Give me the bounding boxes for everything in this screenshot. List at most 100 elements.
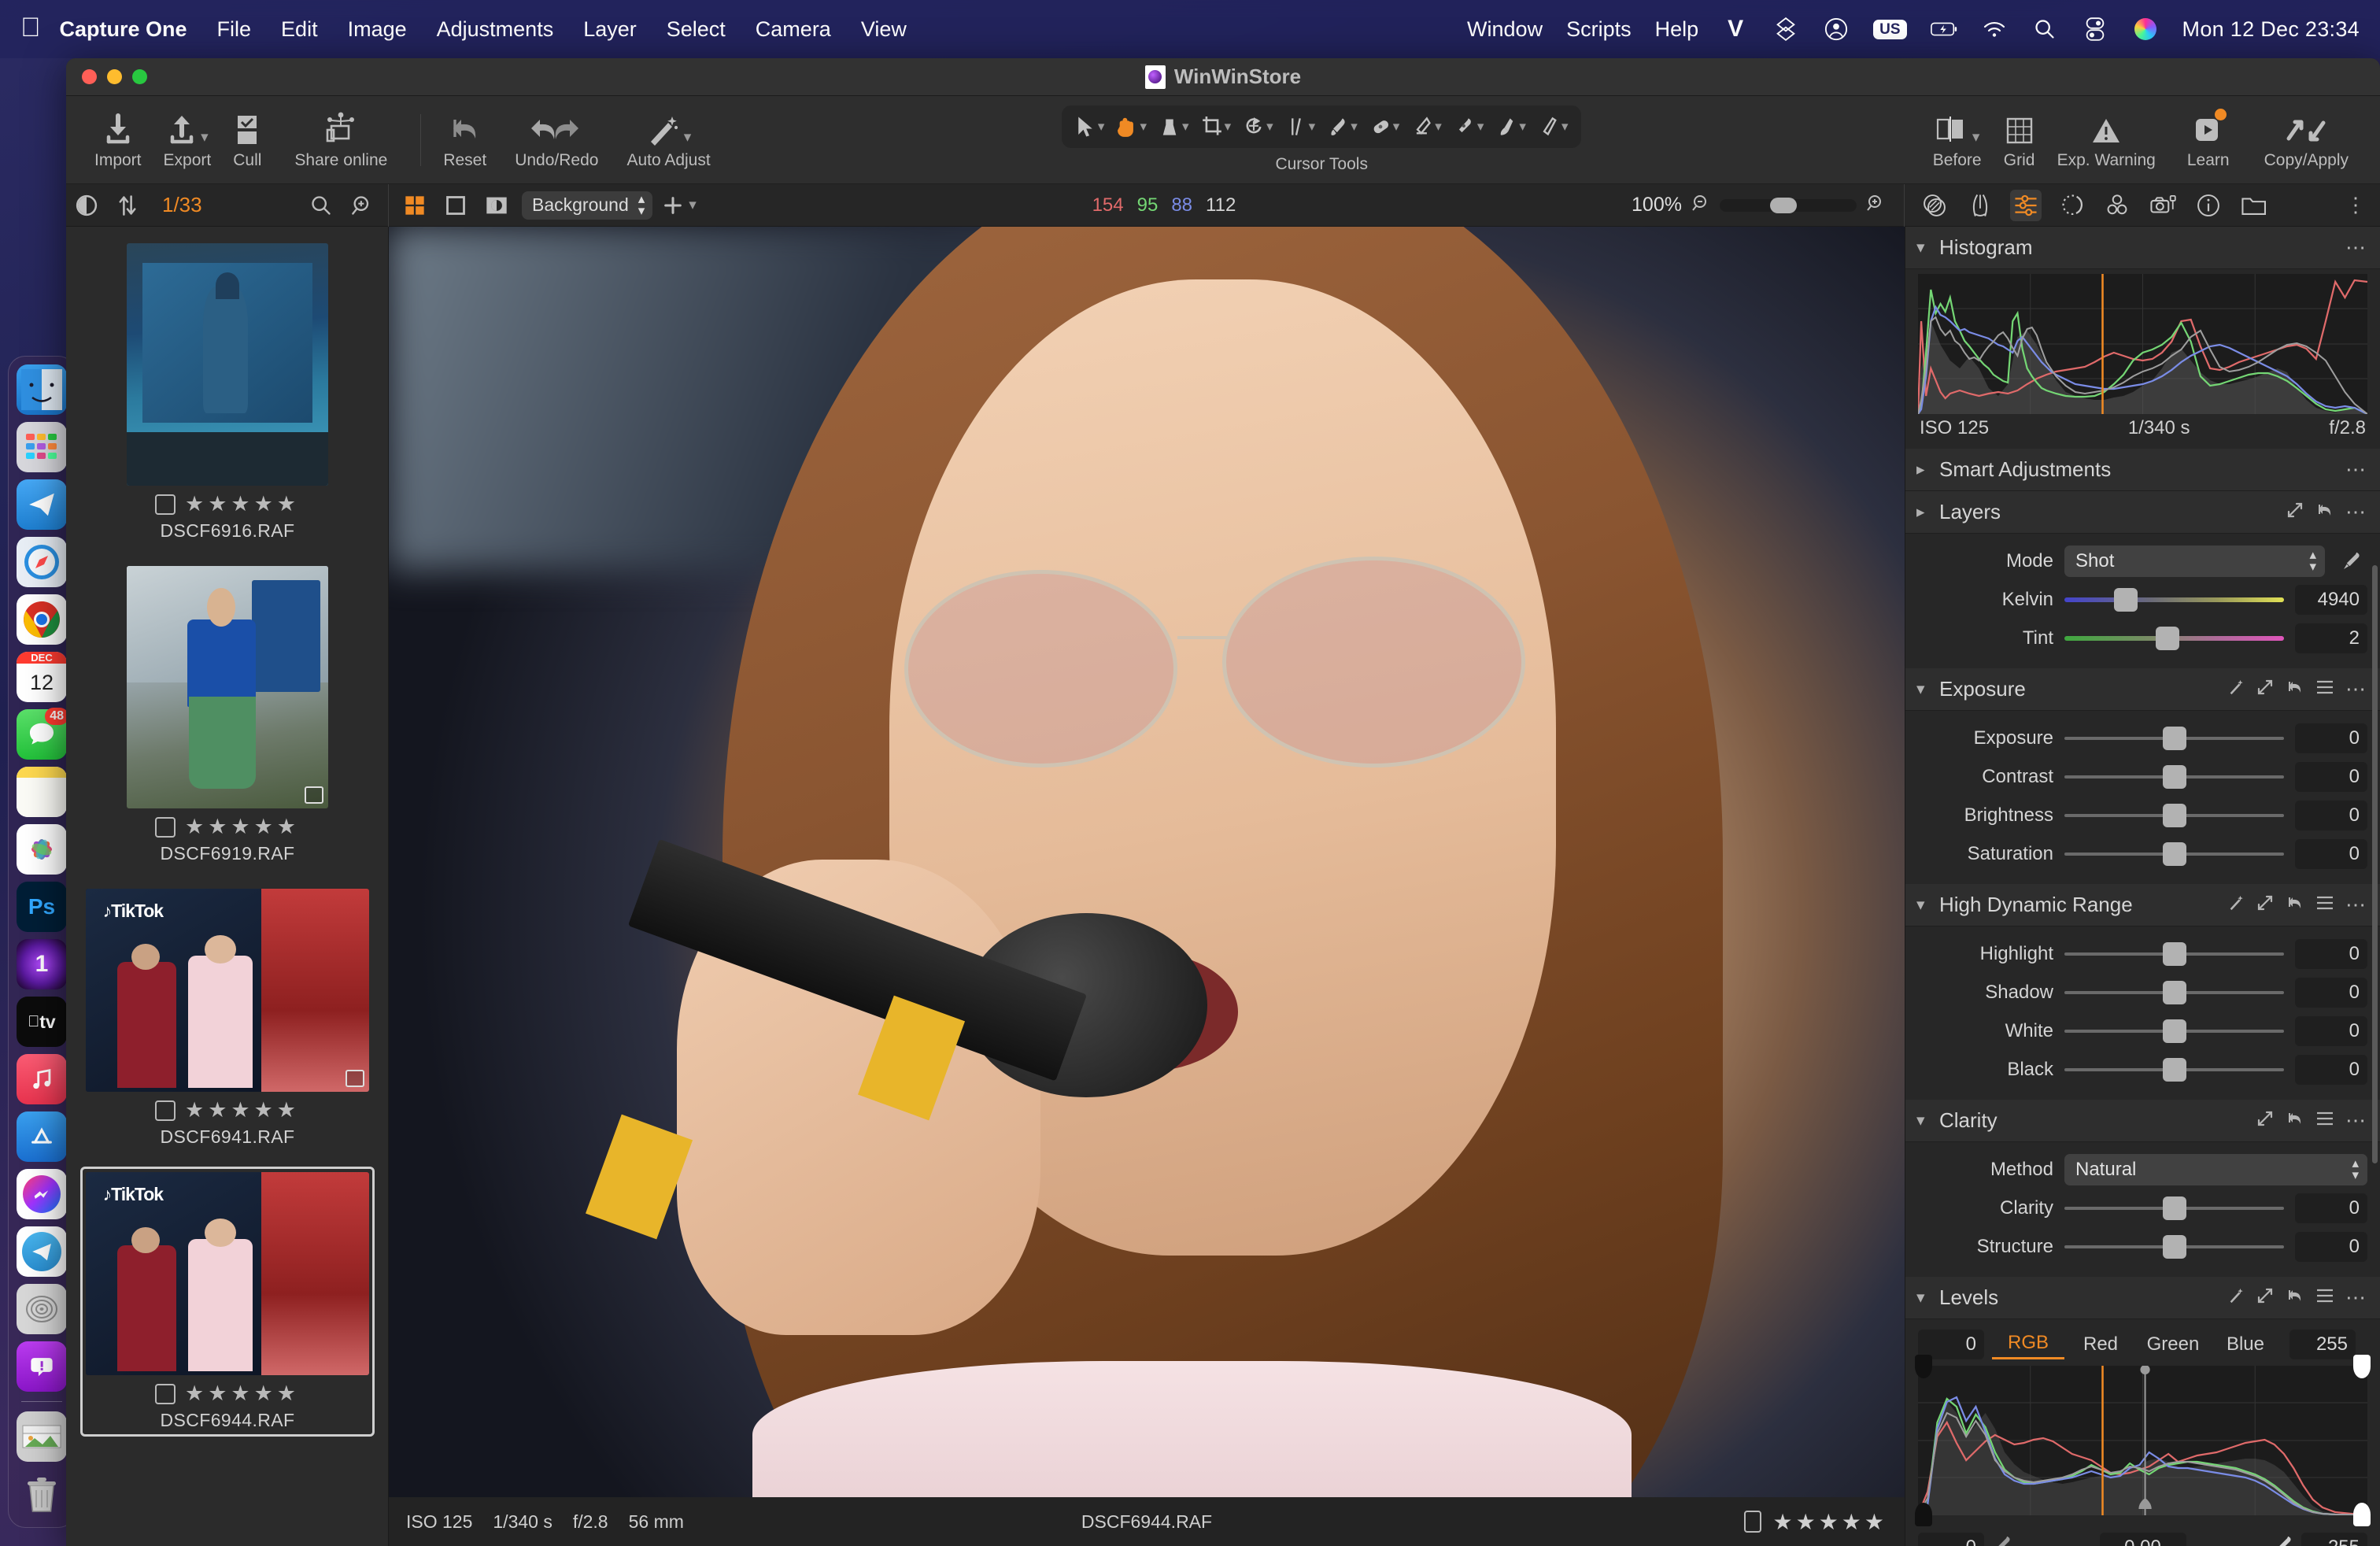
- auto-adjust-button[interactable]: ▾ Auto Adjust: [615, 110, 721, 170]
- zoom-in-icon[interactable]: [1866, 194, 1885, 216]
- dock-item-notes[interactable]: [17, 767, 67, 817]
- menu-item-select[interactable]: Select: [667, 17, 726, 42]
- before-after-button[interactable]: ▾ Before: [1922, 110, 1993, 170]
- chevron-down-icon[interactable]: ▾: [1140, 119, 1147, 135]
- chevron-down-icon[interactable]: ▾: [1916, 1111, 1929, 1130]
- thumbnail-checkbox[interactable]: [154, 816, 176, 838]
- cull-button[interactable]: Cull: [222, 110, 272, 170]
- account-circle-icon[interactable]: [1823, 16, 1850, 43]
- auto-wand-icon[interactable]: [2227, 894, 2245, 915]
- brightness-slider-handle[interactable]: [2162, 803, 2186, 827]
- spotlight-search-icon[interactable]: [2031, 16, 2058, 43]
- status-stars[interactable]: ★★★★★: [1772, 1509, 1887, 1535]
- undo-redo-button[interactable]: Undo/Redo: [497, 110, 615, 170]
- panel-overflow-icon[interactable]: ⋮: [2345, 193, 2367, 217]
- white-balance-picker-icon[interactable]: [2336, 549, 2367, 573]
- more-options-icon[interactable]: ⋯: [2345, 1285, 2367, 1310]
- battery-charging-icon[interactable]: [1930, 16, 1957, 43]
- structure-value[interactable]: 0: [2295, 1231, 2367, 1262]
- shadow-slider-handle[interactable]: [2162, 980, 2186, 1004]
- presets-menu-icon[interactable]: [2315, 1288, 2334, 1307]
- thumbnail-image[interactable]: ♪TikTok: [86, 1172, 369, 1375]
- contrast-value[interactable]: 0: [2295, 761, 2367, 792]
- dock-item-photoshop[interactable]: Ps: [17, 882, 67, 932]
- thumbnail-item-0[interactable]: ★★★★★ DSCF6916.RAF: [66, 238, 388, 547]
- chevron-down-icon[interactable]: ▾: [1916, 238, 1929, 257]
- compare-view-icon[interactable]: [483, 192, 510, 219]
- black-slider[interactable]: [2064, 1057, 2284, 1082]
- thumbnail-rating[interactable]: ★★★★★: [185, 1100, 300, 1121]
- dock-item-calendar[interactable]: DEC 12: [17, 652, 67, 702]
- thumbnail-image[interactable]: [127, 566, 328, 808]
- dock-item-finder[interactable]: [17, 364, 67, 415]
- histogram-section-header[interactable]: ▾ Histogram ⋯: [1905, 227, 2380, 269]
- thumbnail-image[interactable]: [127, 243, 328, 486]
- shadow-value[interactable]: 0: [2295, 977, 2367, 1008]
- thumbnail-item-3[interactable]: ♪TikTok ★★★★★ DSCF6944.RAF: [66, 1167, 388, 1437]
- chevron-down-icon[interactable]: ▾: [1916, 895, 1929, 915]
- select-arrow-tool[interactable]: ▾: [1070, 111, 1111, 142]
- expand-icon[interactable]: [2256, 1286, 2275, 1309]
- chevron-down-icon[interactable]: ▾: [1435, 119, 1442, 135]
- tint-slider-handle[interactable]: [2156, 626, 2180, 650]
- white-point-picker-icon[interactable]: [2271, 1533, 2295, 1546]
- brush-tool[interactable]: ▾: [1322, 111, 1363, 142]
- chevron-down-icon[interactable]: ▾: [1225, 119, 1232, 135]
- menu-item-capture-one[interactable]: Capture One: [60, 17, 187, 42]
- dock-item-messenger[interactable]: [17, 1169, 67, 1219]
- zoom-out-icon[interactable]: [1691, 194, 1710, 216]
- metadata-tool-tab[interactable]: [2193, 190, 2224, 221]
- menu-bar-clock[interactable]: Mon 12 Dec 23:34: [2182, 17, 2360, 42]
- import-button[interactable]: Import: [83, 110, 153, 170]
- maximize-button[interactable]: [132, 69, 147, 84]
- layers-section-header[interactable]: ▸ Layers ⋯: [1905, 491, 2380, 534]
- tools-scrollbar[interactable]: [2372, 565, 2378, 1163]
- expand-icon[interactable]: [2256, 678, 2275, 701]
- thumbnail-checkbox[interactable]: [154, 494, 176, 515]
- share-online-button[interactable]: Share online: [272, 110, 409, 170]
- add-plus-icon[interactable]: [660, 192, 686, 219]
- menu-item-image[interactable]: Image: [348, 17, 407, 42]
- thumbnail-checkbox[interactable]: [154, 1100, 176, 1121]
- chevron-down-icon[interactable]: ▾: [1266, 119, 1273, 135]
- filter-search-icon[interactable]: [349, 192, 375, 219]
- black-point-picker-icon[interactable]: [1990, 1533, 2014, 1546]
- layer-select[interactable]: Background ▴ ▾: [522, 190, 653, 220]
- viewer-photo[interactable]: [389, 227, 1905, 1546]
- gradient-mask-tool[interactable]: ▾: [1533, 111, 1574, 142]
- presets-menu-icon[interactable]: [2315, 679, 2334, 699]
- exposure-slider[interactable]: [2064, 726, 2284, 750]
- chevron-down-icon[interactable]: ▾: [1351, 119, 1358, 135]
- saturation-slider[interactable]: [2064, 841, 2284, 866]
- menu-item-adjustments[interactable]: Adjustments: [437, 17, 554, 42]
- levels-input-white[interactable]: 255: [2289, 1329, 2356, 1359]
- levels-tab-rgb[interactable]: RGB: [1992, 1329, 2064, 1359]
- menu-item-layer[interactable]: Layer: [583, 17, 637, 42]
- details-tool-tab[interactable]: [2056, 190, 2087, 221]
- levels-tab-blue[interactable]: Blue: [2209, 1330, 2282, 1359]
- dock-item-music[interactable]: [17, 1054, 67, 1104]
- dock-item-safari[interactable]: [17, 537, 67, 587]
- control-center-icon[interactable]: [2082, 16, 2108, 43]
- grid-view-icon[interactable]: [401, 192, 428, 219]
- levels-black-point-handle[interactable]: [1915, 1503, 1932, 1526]
- wifi-icon[interactable]: [1981, 16, 2008, 43]
- menu-item-file[interactable]: File: [217, 17, 252, 42]
- thumbnail-rating[interactable]: ★★★★★: [185, 1383, 300, 1404]
- clarity-value[interactable]: 0: [2295, 1193, 2367, 1223]
- saturation-value[interactable]: 0: [2295, 838, 2367, 869]
- rating-checkbox-icon[interactable]: [1744, 1511, 1762, 1533]
- keyboard-layout-indicator[interactable]: US: [1873, 19, 1907, 39]
- copy-apply-button[interactable]: Copy/Apply: [2250, 110, 2363, 170]
- stepper-icon[interactable]: ▴ ▾: [2352, 1156, 2359, 1181]
- chevron-down-icon[interactable]: ▾: [1393, 119, 1400, 135]
- highlight-slider-handle[interactable]: [2162, 941, 2186, 966]
- tools-scroll-area[interactable]: ▾ Histogram ⋯ ISO 125 1/340 s f/2.8 ▸ Sm…: [1905, 227, 2380, 1546]
- reset-arrow-icon[interactable]: [2286, 893, 2304, 916]
- presets-menu-icon[interactable]: [2315, 1111, 2334, 1130]
- reset-arrow-icon[interactable]: [2315, 501, 2334, 523]
- clarity-method-select[interactable]: Natural ▴ ▾: [2064, 1153, 2367, 1185]
- dock-item-chrome[interactable]: [17, 594, 67, 645]
- library-tool-tab[interactable]: [2238, 190, 2270, 221]
- chevron-down-icon[interactable]: ▾: [1972, 128, 1980, 146]
